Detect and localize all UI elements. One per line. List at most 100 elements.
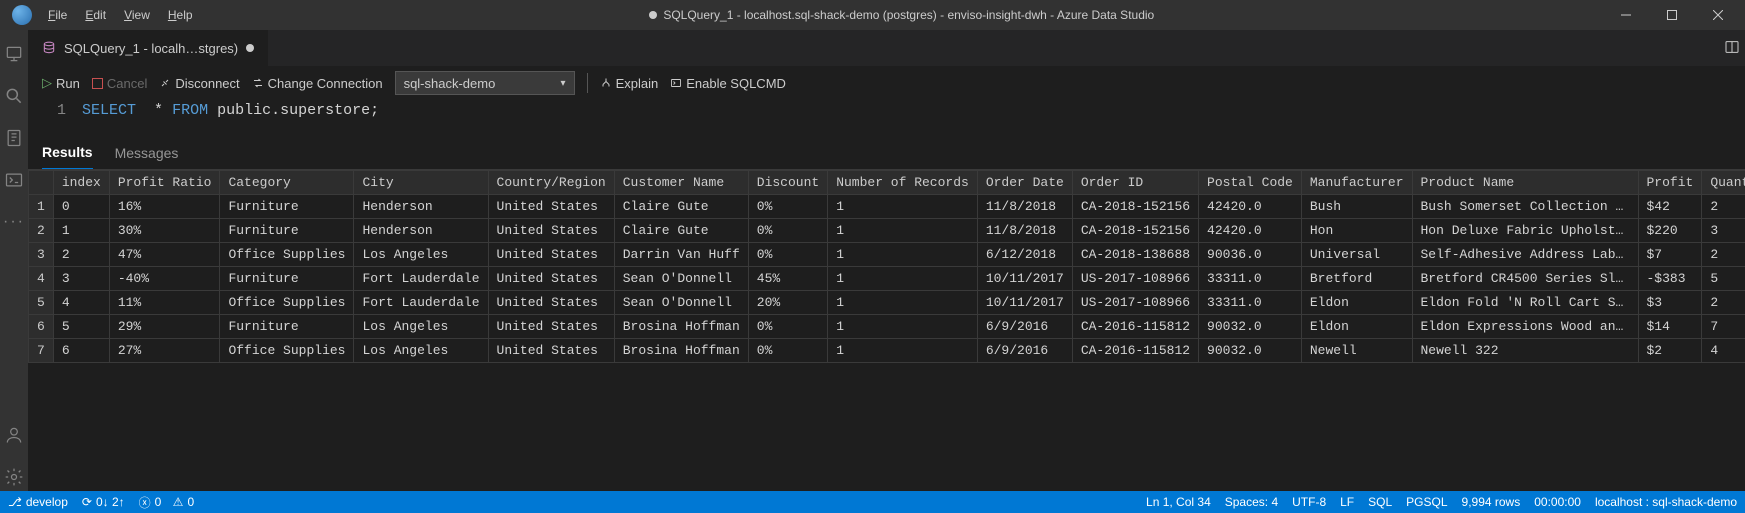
terminal-icon[interactable]	[0, 166, 28, 194]
data-cell[interactable]: Bush	[1301, 195, 1412, 219]
data-cell[interactable]: United States	[488, 267, 614, 291]
column-header[interactable]: Product Name	[1412, 171, 1638, 195]
data-cell[interactable]: Office Supplies	[220, 339, 354, 363]
data-cell[interactable]: 11/8/2018	[977, 219, 1072, 243]
data-cell[interactable]: 3	[53, 267, 109, 291]
close-button[interactable]	[1695, 0, 1741, 30]
data-cell[interactable]: Furniture	[220, 195, 354, 219]
data-cell[interactable]: Claire Gute	[614, 219, 748, 243]
search-icon[interactable]	[0, 82, 28, 110]
data-cell[interactable]: Newell	[1301, 339, 1412, 363]
status-encoding[interactable]: UTF-8	[1292, 495, 1326, 509]
data-cell[interactable]: 33311.0	[1199, 291, 1302, 315]
column-header[interactable]: Quant	[1702, 171, 1745, 195]
data-cell[interactable]: 6/9/2016	[977, 315, 1072, 339]
connection-dropdown[interactable]: sql-shack-demo	[395, 71, 575, 95]
table-row[interactable]: 2130%FurnitureHendersonUnited StatesClai…	[29, 219, 1745, 243]
data-cell[interactable]: 10/11/2017	[977, 267, 1072, 291]
connections-icon[interactable]	[0, 40, 28, 68]
tab-messages[interactable]: Messages	[115, 145, 179, 169]
data-cell[interactable]: 11/8/2018	[977, 195, 1072, 219]
data-cell[interactable]: 90032.0	[1199, 315, 1302, 339]
menu-edit[interactable]: Edit	[77, 4, 114, 26]
data-cell[interactable]: Office Supplies	[220, 291, 354, 315]
code-editor[interactable]: 1 SELECT * FROM public.superstore;	[28, 100, 1745, 134]
data-cell[interactable]: Universal	[1301, 243, 1412, 267]
data-cell[interactable]: Furniture	[220, 267, 354, 291]
data-cell[interactable]: 27%	[109, 339, 220, 363]
table-row[interactable]: 7627%Office SuppliesLos AngelesUnited St…	[29, 339, 1745, 363]
column-header[interactable]: Discount	[748, 171, 827, 195]
data-cell[interactable]: Hon Deluxe Fabric Upholstered Stac…	[1412, 219, 1638, 243]
row-number-cell[interactable]: 5	[29, 291, 54, 315]
data-cell[interactable]: Brosina Hoffman	[614, 315, 748, 339]
column-header[interactable]: Profit Ratio	[109, 171, 220, 195]
data-cell[interactable]: Eldon Expressions Wood and Plastic…	[1412, 315, 1638, 339]
data-cell[interactable]: 0	[53, 195, 109, 219]
data-cell[interactable]: 5	[53, 315, 109, 339]
row-number-cell[interactable]: 2	[29, 219, 54, 243]
data-cell[interactable]: Claire Gute	[614, 195, 748, 219]
row-number-cell[interactable]: 7	[29, 339, 54, 363]
data-cell[interactable]: 90032.0	[1199, 339, 1302, 363]
data-cell[interactable]: 90036.0	[1199, 243, 1302, 267]
data-cell[interactable]: 4	[53, 291, 109, 315]
cancel-button[interactable]: Cancel	[92, 76, 147, 91]
data-cell[interactable]: 29%	[109, 315, 220, 339]
settings-icon[interactable]	[0, 463, 28, 491]
data-cell[interactable]: Los Angeles	[354, 243, 488, 267]
minimize-button[interactable]	[1603, 0, 1649, 30]
column-header[interactable]: Profit	[1638, 171, 1702, 195]
data-cell[interactable]: 16%	[109, 195, 220, 219]
data-cell[interactable]: $2	[1638, 339, 1702, 363]
data-cell[interactable]: Bretford CR4500 Series Slim Rectan…	[1412, 267, 1638, 291]
data-cell[interactable]: CA-2016-115812	[1072, 315, 1198, 339]
data-cell[interactable]: Office Supplies	[220, 243, 354, 267]
column-header[interactable]: Number of Records	[828, 171, 978, 195]
notebooks-icon[interactable]	[0, 124, 28, 152]
status-eol[interactable]: LF	[1340, 495, 1354, 509]
data-cell[interactable]: United States	[488, 195, 614, 219]
data-cell[interactable]: Furniture	[220, 219, 354, 243]
data-cell[interactable]: 30%	[109, 219, 220, 243]
data-cell[interactable]: 11%	[109, 291, 220, 315]
data-cell[interactable]: CA-2018-152156	[1072, 195, 1198, 219]
row-number-cell[interactable]: 1	[29, 195, 54, 219]
editor-tab-sqlquery1[interactable]: SQLQuery_1 - localh…stgres)	[28, 30, 268, 66]
explain-button[interactable]: Explain	[600, 76, 659, 91]
data-cell[interactable]: $14	[1638, 315, 1702, 339]
data-cell[interactable]: 1	[828, 267, 978, 291]
column-header[interactable]: Category	[220, 171, 354, 195]
data-cell[interactable]: 4	[1702, 339, 1745, 363]
data-cell[interactable]: Hon	[1301, 219, 1412, 243]
column-header[interactable]: Postal Code	[1199, 171, 1302, 195]
data-cell[interactable]: 45%	[748, 267, 827, 291]
maximize-button[interactable]	[1649, 0, 1695, 30]
menu-view[interactable]: View	[116, 4, 158, 26]
row-number-cell[interactable]: 4	[29, 267, 54, 291]
data-cell[interactable]: Newell 322	[1412, 339, 1638, 363]
data-cell[interactable]: CA-2018-152156	[1072, 219, 1198, 243]
disconnect-button[interactable]: Disconnect	[159, 76, 239, 91]
data-cell[interactable]: 2	[53, 243, 109, 267]
data-cell[interactable]: United States	[488, 219, 614, 243]
status-connection[interactable]: localhost : sql-shack-demo	[1595, 495, 1737, 509]
column-header[interactable]: Country/Region	[488, 171, 614, 195]
menu-file[interactable]: File	[40, 4, 75, 26]
account-icon[interactable]	[0, 421, 28, 449]
data-cell[interactable]: Brosina Hoffman	[614, 339, 748, 363]
data-cell[interactable]: United States	[488, 315, 614, 339]
data-cell[interactable]: Darrin Van Huff	[614, 243, 748, 267]
menu-help[interactable]: Help	[160, 4, 201, 26]
data-cell[interactable]: 0%	[748, 243, 827, 267]
table-row[interactable]: 1016%FurnitureHendersonUnited StatesClai…	[29, 195, 1745, 219]
data-cell[interactable]: 1	[828, 339, 978, 363]
row-number-cell[interactable]: 6	[29, 315, 54, 339]
data-cell[interactable]: 2	[1702, 243, 1745, 267]
status-problems[interactable]: ⓧ0 ⚠0	[139, 494, 195, 511]
data-cell[interactable]: 1	[828, 219, 978, 243]
data-cell[interactable]: Self-Adhesive Address Labels for T…	[1412, 243, 1638, 267]
data-cell[interactable]: 47%	[109, 243, 220, 267]
data-cell[interactable]: Sean O'Donnell	[614, 267, 748, 291]
data-cell[interactable]: -$383	[1638, 267, 1702, 291]
